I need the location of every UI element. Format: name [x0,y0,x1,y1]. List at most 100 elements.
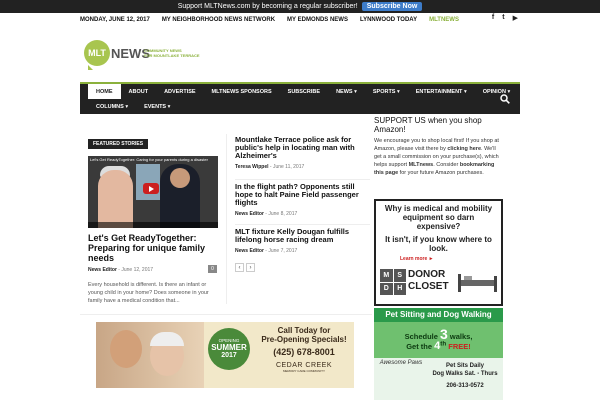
pet-phone: 206-313-0572 [446,383,484,389]
nav-news[interactable]: NEWS ▾ [328,84,365,99]
nav-subscribe[interactable]: SUBSCRIBE [280,84,328,99]
amazon-support-title: SUPPORT US when you shop Amazon! [374,116,482,134]
ad-copy: Call Today for Pre-Opening Specials! (42… [256,326,352,373]
donor-closet-wordmark: DONOR CLOSET [408,269,449,293]
story-separator [235,224,370,225]
offer-free: FREE! [446,342,471,351]
logo-tagline: COMMUNITY NEWS FOR MOUNTLAKE TERRACE [144,48,200,58]
pet-info-line1: Pet Sits Daily [445,363,484,369]
link-lynnwood-today[interactable]: LYNNWOOD TODAY [360,17,417,23]
amazon-text-part: . Consider [433,162,460,168]
play-icon[interactable] [143,183,159,194]
video-person-elder [98,170,133,228]
next-page-button[interactable]: › [246,263,255,272]
pet-ad-info: Pet Sits Daily Dog Walks Sat. - Thurs 20… [428,362,502,390]
video-window-bg [136,164,160,200]
nav-sports[interactable]: SPORTS ▾ [365,84,408,99]
section-separator [80,314,372,315]
search-icon[interactable] [500,94,510,104]
site-logo[interactable]: MLT NEWS COMMUNITY NEWS FOR MOUNTLAKE TE… [84,40,234,70]
donor-closet-logo: M S D H DONOR CLOSET [380,266,500,302]
msdh-letter: H [393,282,406,295]
donor-ad-answer: It isn't, if you know where to look. [385,235,492,253]
story-date: June 7, 2017 [268,248,298,254]
ad-phone: (425) 678-8001 [273,347,335,357]
top-bar: MONDAY, JUNE 12, 2017 MY NEIGHBORHOOD NE… [80,13,520,27]
prev-page-button[interactable]: ‹ [235,263,244,272]
ad-line2: Pre-Opening Specials! [261,335,347,344]
cedar-creek-ad[interactable]: OPENING SUMMER 2017 Call Today for Pre-O… [96,322,354,388]
link-mltnews[interactable]: MLTNEWS [429,17,459,23]
mltnews-name: MLTnews [408,162,434,168]
link-my-edmonds-news[interactable]: MY EDMONDS NEWS [287,17,348,23]
story-item: Mountlake Terrace police ask for public'… [235,136,370,171]
story-separator [235,179,370,180]
amazon-support-text: We encourage you to shop local first! If… [374,137,504,177]
story-meta: News Editor - June 7, 2017 [235,248,298,254]
ad-brand: CEDAR CREEK [275,362,333,369]
main-navigation: HOME ABOUT ADVERTISE MLTNEWS SPONSORS SU… [80,84,520,114]
story-title[interactable]: Mountlake Terrace police ask for public'… [235,136,370,160]
msdh-mark: M S D H [380,269,406,295]
support-bar: Support MLTNews.com by becoming a regula… [0,0,600,13]
story-date: June 8, 2017 [268,211,298,217]
nav-columns[interactable]: COLUMNS ▾ [88,99,136,114]
featured-title[interactable]: Let's Get ReadyTogether: Preparing for u… [88,233,218,263]
nav-home[interactable]: HOME [88,84,121,99]
ad-brand-sub: MEMORY CARE COMMUNITY [283,369,325,373]
story-author[interactable]: Teresa Wippel [235,164,268,170]
story-item: MLT fixture Kelly Dougan fulfills lifelo… [235,228,370,255]
story-author[interactable]: News Editor [235,211,264,217]
video-controls[interactable] [88,222,218,228]
nav-sponsors[interactable]: MLTNEWS SPONSORS [204,84,280,99]
nav-row-2: COLUMNS ▾ EVENTS ▾ [80,99,520,114]
story-author[interactable]: News Editor [235,248,264,254]
donor-closet-ad[interactable]: Why is medical and mobility equipment so… [374,199,503,306]
logo-bubble: MLT [84,40,110,70]
hospital-bed-icon [458,274,497,292]
opening-season: SUMMER [211,343,247,352]
featured-author[interactable]: News Editor [88,267,117,273]
pet-ad-offer: Schedule 3 walks, Get the 4th FREE! [374,322,503,358]
paws-name: Awesome Paws [379,360,423,366]
donor-learn-more[interactable]: Learn more ► [400,256,434,262]
comment-count-badge[interactable]: 0 [208,265,217,273]
story-title[interactable]: In the flight path? Opponents still hope… [235,183,370,207]
column-divider [226,134,227,304]
link-neighborhood-news-network[interactable]: MY NEIGHBORHOOD NEWS NETWORK [162,17,275,23]
facebook-icon[interactable]: f [492,14,494,22]
story-title[interactable]: MLT fixture Kelly Dougan fulfills lifelo… [235,228,370,244]
story-pager: ‹ › [235,263,255,272]
nav-about[interactable]: ABOUT [121,84,157,99]
logo-tagline-line2: FOR MOUNTLAKE TERRACE [144,53,200,58]
twitter-icon[interactable]: t [502,14,504,22]
msdh-letter: S [393,269,406,282]
featured-stories-badge: FEATURED STORIES [88,139,149,149]
story-date: June 11, 2017 [272,164,305,170]
support-text: Support MLTNews.com by becoming a regula… [177,3,358,10]
ad-face-younger [110,330,142,368]
msdh-letter: D [380,282,393,295]
amazon-click-here-link[interactable]: clicking here [447,146,481,152]
pet-sitting-ad[interactable]: Pet Sitting and Dog Walking Schedule 3 w… [374,308,503,400]
featured-date: June 12, 2017 [121,267,154,273]
nav-events[interactable]: EVENTS ▾ [136,99,178,114]
nav-row-1: HOME ABOUT ADVERTISE MLTNEWS SPONSORS SU… [80,84,520,99]
nav-entertainment[interactable]: ENTERTAINMENT ▾ [408,84,475,99]
amazon-text-part: for your future Amazon purchases. [398,170,484,176]
youtube-icon[interactable]: ▶ [513,14,518,22]
offer-text: Get the [406,342,435,351]
main-content: FEATURED STORIES Let's Get ReadyTogether… [80,116,372,400]
pet-offer-line2: Get the 4th FREE! [374,340,503,352]
closet-word: CLOSET [408,281,449,292]
nav-advertise[interactable]: ADVERTISE [156,84,203,99]
featured-meta: News Editor - June 12, 2017 [88,267,154,273]
featured-video[interactable]: Let's Get ReadyTogether: Caring for your… [88,156,218,228]
opening-badge: OPENING SUMMER 2017 [208,328,250,370]
nav-opinion[interactable]: OPINION ▾ [475,84,519,99]
sidebar: SUPPORT US when you shop Amazon! We enco… [374,116,504,400]
story-meta: Teresa Wippel - June 11, 2017 [235,164,305,170]
subscribe-now-button[interactable]: Subscribe Now [361,2,423,11]
video-title: Let's Get ReadyTogether: Caring for your… [90,157,208,162]
current-date: MONDAY, JUNE 12, 2017 [80,17,150,23]
